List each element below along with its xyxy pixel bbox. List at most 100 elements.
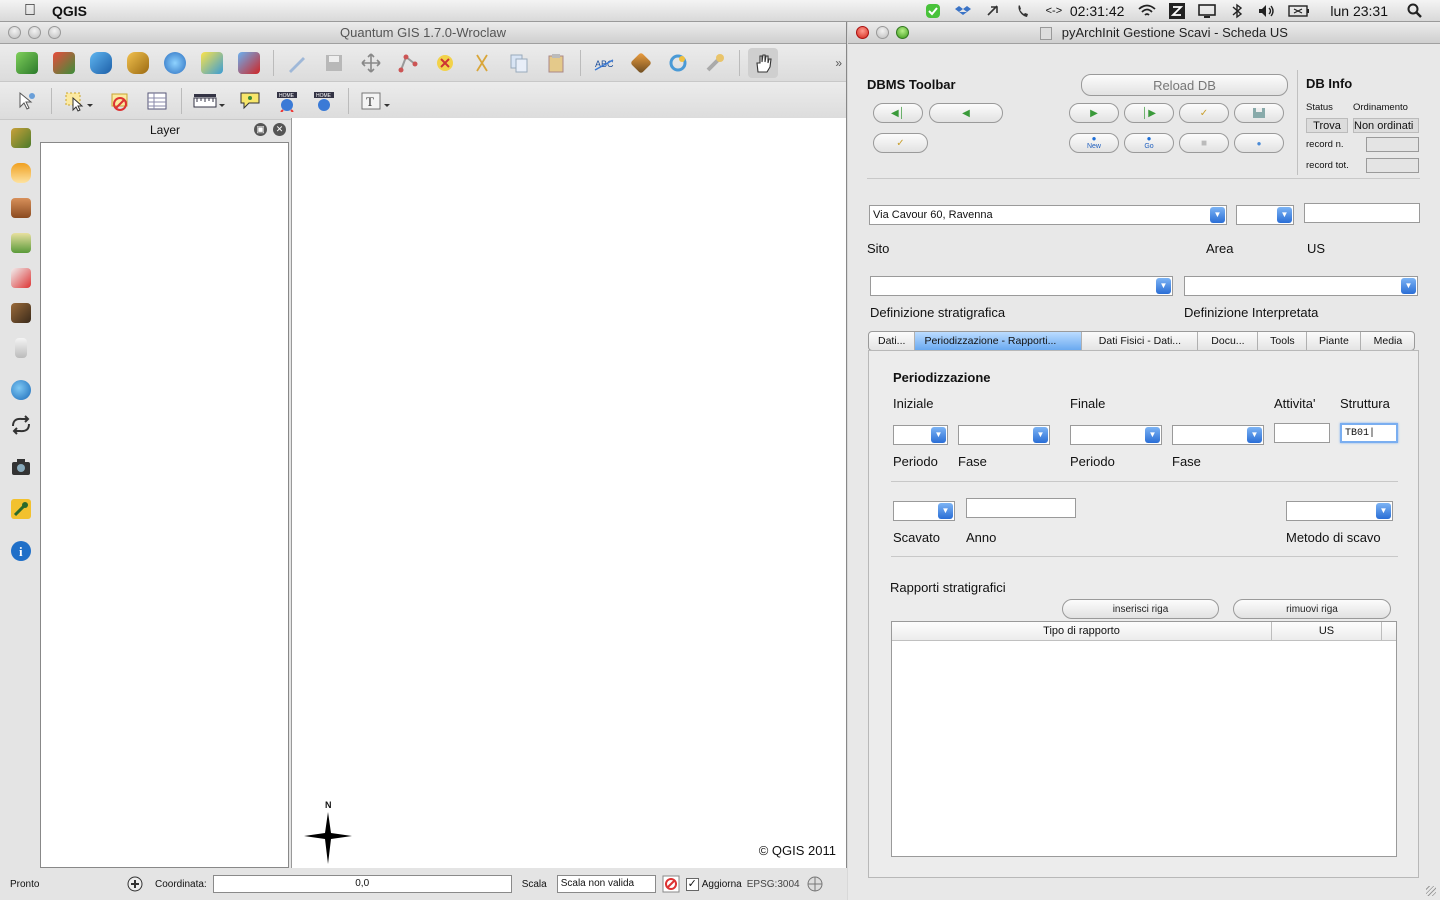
struttura-field[interactable]: TB01|	[1340, 423, 1398, 443]
save-check-button[interactable]: ✓	[1179, 103, 1229, 123]
delete-selected-icon[interactable]	[430, 48, 460, 78]
resize-grip-icon[interactable]	[1426, 886, 1436, 896]
dropbox-icon[interactable]	[954, 3, 972, 19]
battery-icon[interactable]	[1288, 3, 1310, 19]
float-panel-icon[interactable]: ▣	[254, 123, 267, 136]
tab-media[interactable]: Media	[1361, 332, 1414, 350]
col-tipo-rapporto[interactable]: Tipo di rapporto	[892, 622, 1272, 640]
deselect-icon[interactable]	[105, 86, 135, 116]
display-icon[interactable]	[1198, 3, 1217, 19]
text-annotation-icon[interactable]: T	[357, 86, 395, 116]
z-app-icon[interactable]	[1168, 3, 1186, 19]
plugin-site-icon[interactable]	[6, 123, 36, 153]
metodo-scavo-combo[interactable]: ▼	[1286, 501, 1393, 521]
projection-icon[interactable]	[806, 875, 824, 893]
pyarchinit-titlebar[interactable]: pyArchInit Gestione Scavi - Scheda US	[848, 22, 1440, 44]
tab-piante[interactable]: Piante	[1307, 332, 1362, 350]
spotlight-search-icon[interactable]	[1406, 3, 1424, 19]
add-spatialite-icon[interactable]	[123, 48, 153, 78]
plugin-tool-wrench-icon[interactable]	[6, 494, 36, 524]
add-raster-icon[interactable]	[49, 48, 79, 78]
move-feature-icon[interactable]	[356, 48, 386, 78]
periodo-iniziale-combo[interactable]: ▼	[893, 425, 948, 445]
qgis-minimize-button[interactable]	[28, 26, 41, 39]
attribute-table-icon[interactable]	[142, 86, 172, 116]
plugin-relations-icon[interactable]	[6, 410, 36, 440]
prev-record-button[interactable]: ◀	[929, 103, 1003, 123]
plugin-period-icon[interactable]	[6, 158, 36, 188]
tab-dati-fisici[interactable]: Dati Fisici - Dati...	[1082, 332, 1199, 350]
toolbar-overflow-icon[interactable]: »	[835, 56, 842, 70]
labeling-icon[interactable]: ABC	[589, 48, 619, 78]
last-record-button[interactable]: │▶	[1124, 103, 1174, 123]
pyarchinit-close-button[interactable]	[856, 26, 869, 39]
search-toggle-button[interactable]: ■	[1179, 133, 1229, 153]
bluetooth-icon[interactable]	[1228, 3, 1246, 19]
toggle-editing-icon[interactable]	[282, 48, 312, 78]
plugin-tool-icon[interactable]	[626, 48, 656, 78]
remove-layer-icon[interactable]	[234, 48, 264, 78]
close-panel-icon[interactable]: ✕	[273, 123, 286, 136]
wifi-icon[interactable]	[1138, 3, 1156, 19]
plugin-individuals-icon[interactable]	[6, 333, 36, 363]
copy-features-icon[interactable]	[504, 48, 534, 78]
epsg-label[interactable]: EPSG:3004	[747, 879, 800, 890]
first-record-button[interactable]: ◀│	[873, 103, 923, 123]
layer-tree[interactable]	[40, 142, 289, 868]
plugin-finds-icon[interactable]	[6, 263, 36, 293]
stop-render-icon[interactable]	[662, 875, 680, 893]
fase-iniziale-combo[interactable]: ▼	[958, 425, 1050, 445]
new-shapefile-icon[interactable]	[197, 48, 227, 78]
identify-icon[interactable]	[12, 86, 42, 116]
next-record-button[interactable]: ▶	[1069, 103, 1119, 123]
qgis-titlebar[interactable]: Quantum GIS 1.7.0-Wroclaw	[0, 22, 846, 44]
show-bookmarks-icon[interactable]: HOME	[309, 86, 339, 116]
pyarchinit-zoom-button[interactable]	[896, 26, 909, 39]
measure-icon[interactable]	[190, 86, 228, 116]
rapporti-table[interactable]: Tipo di rapporto US	[891, 621, 1397, 857]
sito-combo[interactable]: Via Cavour 60, Ravenna ▼	[869, 205, 1227, 225]
volume-icon[interactable]	[1258, 3, 1276, 19]
new-bookmark-icon[interactable]: HOME	[272, 86, 302, 116]
rimuovi-riga-button[interactable]: rimuovi riga	[1233, 599, 1391, 619]
select-features-icon[interactable]	[60, 86, 98, 116]
save-record-button[interactable]	[1234, 103, 1284, 123]
reload-db-button[interactable]: Reload DB	[1081, 74, 1288, 96]
tab-dati[interactable]: Dati...	[869, 332, 916, 350]
scavato-combo[interactable]: ▼	[893, 501, 955, 521]
go-search-button[interactable]: ● Go	[1124, 133, 1174, 153]
plugin-manager-icon[interactable]	[700, 48, 730, 78]
confirm-button[interactable]: ✓	[873, 133, 928, 153]
node-tool-icon[interactable]	[393, 48, 423, 78]
menubar-datetime[interactable]: lun 23:31	[1330, 3, 1388, 19]
def-strat-combo[interactable]: ▼	[870, 276, 1173, 296]
check-status-icon[interactable]	[924, 3, 942, 19]
plugin-structure-icon[interactable]	[6, 193, 36, 223]
def-interp-combo[interactable]: ▼	[1184, 276, 1418, 296]
link-icon[interactable]	[984, 3, 1002, 19]
apple-menu-icon[interactable]: 	[20, 2, 40, 20]
qgis-zoom-button[interactable]	[48, 26, 61, 39]
app-menu-name[interactable]: QGIS	[52, 3, 87, 19]
plugin-tombs-icon[interactable]	[6, 298, 36, 328]
update-checkbox[interactable]: ✓	[685, 877, 699, 891]
qgis-close-button[interactable]	[8, 26, 21, 39]
periodo-finale-combo[interactable]: ▼	[1070, 425, 1162, 445]
delete-record-button[interactable]: ●	[1234, 133, 1284, 153]
us-field[interactable]	[1304, 203, 1420, 223]
inserisci-riga-button[interactable]: inserisci riga	[1062, 599, 1219, 619]
map-tips-icon[interactable]	[235, 86, 265, 116]
col-us[interactable]: US	[1272, 622, 1382, 640]
area-combo[interactable]: ▼	[1236, 205, 1294, 225]
tab-tools[interactable]: Tools	[1258, 332, 1308, 350]
toggle-extents-icon[interactable]	[125, 874, 145, 894]
fase-finale-combo[interactable]: ▼	[1172, 425, 1264, 445]
plugin-gis-icon[interactable]	[6, 375, 36, 405]
cut-features-icon[interactable]	[467, 48, 497, 78]
plugin-info-icon[interactable]: i	[6, 536, 36, 566]
plugin-camera-icon[interactable]	[6, 452, 36, 482]
tab-periodizzazione[interactable]: Periodizzazione - Rapporti...	[915, 332, 1083, 350]
paste-features-icon[interactable]	[541, 48, 571, 78]
plugin-ring-icon[interactable]	[663, 48, 693, 78]
pan-map-icon[interactable]	[748, 47, 778, 78]
